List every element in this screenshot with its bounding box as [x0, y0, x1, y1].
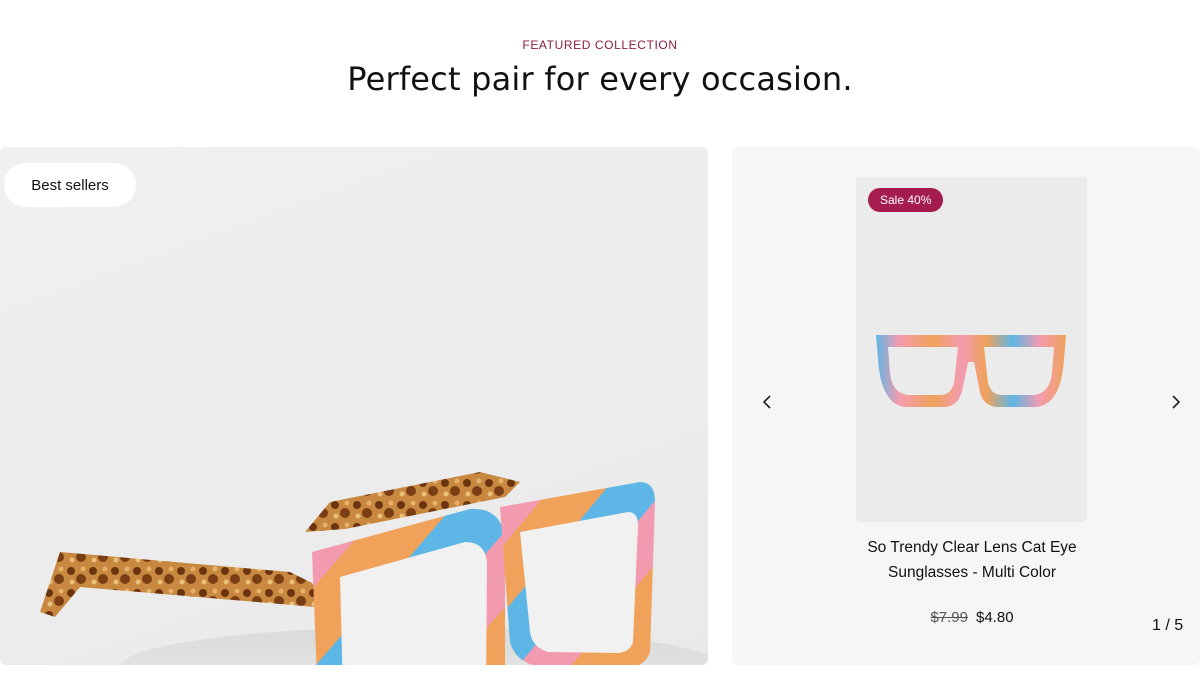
product-title[interactable]: So Trendy Clear Lens Cat Eye Sunglasses …	[852, 535, 1092, 585]
section-headline: Perfect pair for every occasion.	[347, 60, 853, 98]
hero-banner[interactable]: Best sellers	[0, 147, 708, 665]
carousel-pager: 1 / 5	[1152, 617, 1184, 634]
product-image[interactable]: Sale 40%	[856, 177, 1087, 522]
carousel-next-button[interactable]	[1163, 390, 1187, 414]
product-carousel: Sale 40% So Trendy Clear Lens Cat Eye Su…	[732, 147, 1200, 665]
chevron-left-icon	[762, 395, 771, 409]
chevron-right-icon	[1172, 395, 1181, 409]
sale-badge: Sale 40%	[868, 188, 944, 212]
section-eyebrow: FEATURED COLLECTION	[522, 38, 678, 52]
product-price: $7.99 $4.80	[852, 609, 1092, 626]
price-sale: $4.80	[976, 609, 1014, 626]
glasses-product-image	[876, 335, 1066, 407]
price-original: $7.99	[930, 609, 968, 626]
best-sellers-badge[interactable]: Best sellers	[4, 163, 136, 207]
glasses-hero-image	[40, 472, 708, 665]
carousel-prev-button[interactable]	[756, 390, 780, 414]
